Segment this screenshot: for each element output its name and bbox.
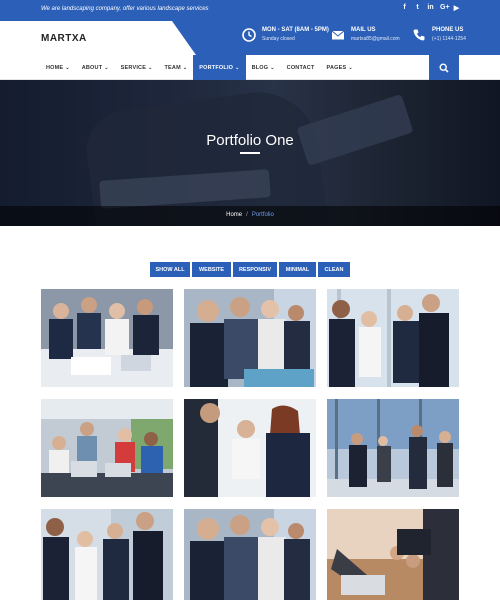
nav-item-about[interactable]: ABOUT ⌄ (76, 55, 115, 80)
nav-item-contact[interactable]: CONTACT (281, 55, 321, 80)
hours-sub: Sunday closed (262, 36, 295, 42)
breadcrumb-home[interactable]: Home (226, 212, 242, 218)
portfolio-image[interactable] (184, 509, 316, 600)
phone-icon (413, 29, 425, 41)
facebook-icon[interactable]: f (401, 4, 408, 12)
portfolio-image[interactable] (41, 289, 173, 387)
search-icon (439, 62, 449, 73)
mail-title: MAIL US (351, 27, 376, 33)
chevron-down-icon: ⌄ (270, 64, 275, 71)
filter-show-all[interactable]: SHOW ALL (150, 262, 190, 277)
mail-info: MAIL US martxa85@gmail.com (331, 27, 400, 42)
filter-website[interactable]: WEBSITE (192, 262, 231, 277)
social-links: f t in G+ ▶ (401, 4, 460, 12)
mail-icon (331, 30, 345, 40)
phone-number[interactable]: (+1) 1144-1254 (432, 36, 466, 42)
portfolio-image[interactable] (41, 399, 173, 497)
breadcrumb: Home / Portfolio (226, 212, 274, 218)
nav-item-home[interactable]: HOME ⌄ (40, 55, 76, 80)
logo[interactable]: MARTXA (41, 33, 87, 44)
hours-info: MON - SAT (8AM - 5PM) Sunday closed (242, 27, 329, 42)
mail-address[interactable]: martxa85@gmail.com (351, 36, 400, 42)
portfolio-image[interactable] (184, 399, 316, 497)
chevron-down-icon: ⌄ (182, 64, 188, 71)
main-nav: HOME ⌄ ABOUT ⌄ SERVICE ⌄ TEAM ⌄ PORTFOLIO ⌄ B… (0, 55, 500, 80)
google-plus-icon[interactable]: G+ (440, 4, 450, 12)
page-title: Portfolio One (206, 132, 294, 149)
top-bar: We are landscaping company, offer variou… (0, 0, 500, 21)
chevron-down-icon: ⌄ (348, 64, 353, 71)
phone-info: PHONE US (+1) 1144-1254 (412, 27, 466, 42)
phone-title: PHONE US (432, 27, 464, 33)
portfolio-image[interactable] (327, 509, 459, 600)
search-button[interactable] (429, 55, 459, 80)
filter-clean[interactable]: CLEAN (318, 262, 350, 277)
tagline: We are landscaping company, offer variou… (41, 6, 209, 12)
nav-item-service[interactable]: SERVICE ⌄ (115, 55, 159, 80)
nav-item-team[interactable]: TEAM ⌄ (159, 55, 194, 80)
hours-title: MON - SAT (8AM - 5PM) (262, 27, 329, 33)
clock-icon (242, 28, 256, 42)
linkedin-icon[interactable]: in (427, 4, 434, 12)
breadcrumb-current: Portfolio (251, 212, 274, 218)
title-divider (240, 152, 260, 154)
portfolio-image[interactable] (184, 289, 316, 387)
youtube-icon[interactable]: ▶ (453, 4, 460, 12)
logo-area (0, 21, 196, 55)
portfolio-image[interactable] (327, 289, 459, 387)
nav-item-pages[interactable]: PAGES ⌄ (321, 55, 359, 80)
nav-item-blog[interactable]: BLOG ⌄ (246, 55, 281, 80)
portfolio-filters: SHOW ALL WEBSITE RESPONSIV MINIMAL CLEAN (150, 262, 350, 277)
chevron-down-icon: ⌄ (104, 64, 109, 71)
chevron-down-icon: ⌄ (65, 64, 70, 71)
twitter-icon[interactable]: t (414, 4, 421, 12)
filter-minimal[interactable]: MINIMAL (279, 262, 316, 277)
header: MARTXA MON - SAT (8AM - 5PM) Sunday clos… (0, 21, 500, 55)
portfolio-image[interactable] (327, 399, 459, 497)
chevron-down-icon: ⌄ (235, 64, 240, 71)
nav-item-portfolio[interactable]: PORTFOLIO ⌄ (193, 55, 246, 80)
chevron-down-icon: ⌄ (148, 64, 153, 71)
portfolio-image[interactable] (41, 509, 173, 600)
filter-responsiv[interactable]: RESPONSIV (233, 262, 277, 277)
